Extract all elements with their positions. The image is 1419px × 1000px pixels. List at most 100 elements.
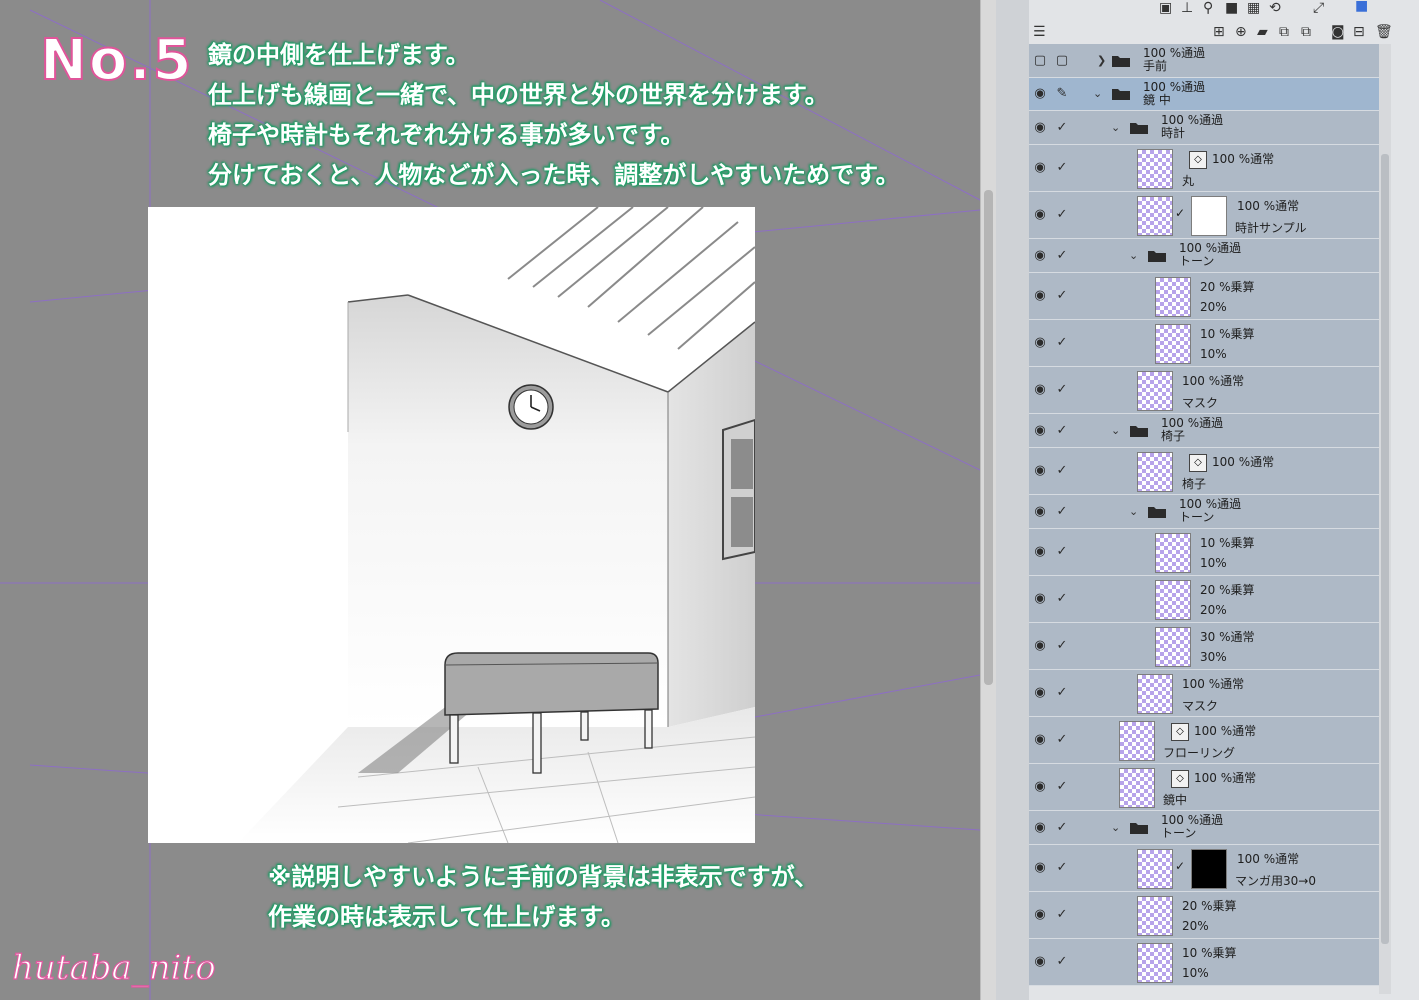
visibility-icon[interactable]: ◉ xyxy=(1032,335,1048,351)
visibility-icon[interactable]: ◉ xyxy=(1032,288,1048,304)
chevron-down-icon[interactable]: ⌄ xyxy=(1111,424,1120,437)
canvas-vertical-scrollbar[interactable] xyxy=(980,0,997,1000)
layer-row-mirror-inside-lineart[interactable]: ◉ ✓ ◇ 100 %通常 鏡中 xyxy=(1029,764,1379,811)
visibility-icon[interactable]: ◉ xyxy=(1032,207,1048,223)
visibility-icon[interactable]: ◉ xyxy=(1032,685,1048,701)
layer-row-folder-tone-chair[interactable]: ◉ ✓ ⌄ 100 %通過 トーン xyxy=(1029,495,1379,529)
reference-icon[interactable]: ⤢ xyxy=(1313,0,1324,16)
check-icon[interactable]: ✓ xyxy=(1054,591,1070,607)
check-icon[interactable]: ✓ xyxy=(1054,160,1070,176)
layer-row-chair-mask[interactable]: ◉ ✓ 100 %通常 マスク xyxy=(1029,670,1379,717)
chevron-down-icon[interactable]: ⌄ xyxy=(1111,821,1120,834)
clip-icon[interactable]: ⟲ xyxy=(1269,0,1281,16)
check-icon[interactable]: ✓ xyxy=(1054,288,1070,304)
layer-thumbnail xyxy=(1155,324,1191,364)
check-icon[interactable]: ✓ xyxy=(1054,382,1070,398)
chevron-right-icon[interactable]: ❯ xyxy=(1097,54,1106,67)
chevron-down-icon[interactable]: ⌄ xyxy=(1111,121,1120,134)
layer-row-chair-tone-10[interactable]: ◉ ✓ 10 %乗算 10% xyxy=(1029,529,1379,576)
check-icon[interactable]: ✓ xyxy=(1054,120,1070,136)
visibility-icon[interactable]: ◉ xyxy=(1032,382,1048,398)
layer-row-clock-sample[interactable]: ◉ ✓ ✓ 100 %通常 時計サンプル xyxy=(1029,192,1379,239)
chevron-down-icon[interactable]: ⌄ xyxy=(1093,87,1102,100)
visibility-icon[interactable]: ◉ xyxy=(1032,779,1048,795)
pen-edit-icon[interactable]: ✎ xyxy=(1054,86,1070,102)
panel-menu-icon[interactable]: ☰ xyxy=(1033,24,1046,40)
layer-thumbnail xyxy=(1137,896,1173,936)
layer-row-chair-tone-20[interactable]: ◉ ✓ 20 %乗算 20% xyxy=(1029,576,1379,623)
visibility-icon[interactable]: ◉ xyxy=(1032,463,1048,479)
new-folder-icon[interactable]: ▰ xyxy=(1257,24,1268,40)
layer-list[interactable]: ▢ ▢ ❯ 100 %通過 手前 ◉ ✎ ⌄ 100 %通過鏡 中 ◉ ✓ ⌄ 100 … xyxy=(1029,44,1379,994)
layer-color-icon[interactable]: ■ xyxy=(1355,0,1368,14)
new-raster-layer-icon[interactable]: ⊞ xyxy=(1213,24,1225,40)
visibility-icon[interactable]: ◉ xyxy=(1032,954,1048,970)
layer-name: 手前 xyxy=(1143,59,1168,73)
check-icon[interactable]: ✓ xyxy=(1054,779,1070,795)
layer-row-circle[interactable]: ◉ ✓ ◇ 100 %通常 丸 xyxy=(1029,145,1379,192)
check-icon[interactable]: ✓ xyxy=(1054,954,1070,970)
visibility-icon[interactable]: ◉ xyxy=(1032,544,1048,560)
ruler-icon[interactable]: ⚲ xyxy=(1203,0,1213,16)
lock-icon[interactable]: ■ xyxy=(1225,0,1238,16)
visibility-icon[interactable]: ◉ xyxy=(1032,638,1048,654)
layer-row-flooring[interactable]: ◉ ✓ ◇ 100 %通常 フローリング xyxy=(1029,717,1379,764)
visibility-icon[interactable]: ◉ xyxy=(1032,423,1048,439)
check-icon[interactable]: ✓ xyxy=(1054,248,1070,264)
delete-layer-icon[interactable]: 🗑 xyxy=(1375,24,1393,40)
check-icon[interactable]: ✓ xyxy=(1054,504,1070,520)
visibility-off-icon[interactable]: ▢ xyxy=(1032,53,1048,69)
visibility-icon[interactable]: ◉ xyxy=(1032,591,1048,607)
check-icon[interactable]: ✓ xyxy=(1054,907,1070,923)
visibility-icon[interactable]: ◉ xyxy=(1032,504,1048,520)
layer-row-chair[interactable]: ◉ ✓ ◇ 100 %通常 椅子 xyxy=(1029,448,1379,495)
layer-panel-scrollbar[interactable] xyxy=(1379,44,1391,994)
apply-mask-icon[interactable]: ⊟ xyxy=(1353,24,1365,40)
layer-property-icon[interactable]: ▣ xyxy=(1159,0,1172,16)
visibility-icon[interactable]: ◉ xyxy=(1032,86,1048,102)
check-icon[interactable]: ✓ xyxy=(1054,544,1070,560)
new-vector-layer-icon[interactable]: ⊕ xyxy=(1235,24,1247,40)
visibility-icon[interactable]: ◉ xyxy=(1032,860,1048,876)
lock-alpha-icon[interactable]: ▦ xyxy=(1247,0,1260,16)
chevron-down-icon[interactable]: ⌄ xyxy=(1129,505,1138,518)
visibility-icon[interactable]: ◉ xyxy=(1032,120,1048,136)
visibility-icon[interactable]: ◉ xyxy=(1032,820,1048,836)
layer-row-folder-tone-clock[interactable]: ◉ ✓ ⌄ 100 %通過 トーン xyxy=(1029,239,1379,273)
layer-row-clock-tone-20[interactable]: ◉ ✓ 20 %乗算 20% xyxy=(1029,273,1379,320)
check-icon[interactable]: ✓ xyxy=(1054,463,1070,479)
layer-row-tone-20[interactable]: ◉ ✓ 20 %乗算 20% xyxy=(1029,892,1379,939)
check-icon[interactable]: ✓ xyxy=(1054,860,1070,876)
check-icon[interactable]: ✓ xyxy=(1054,638,1070,654)
lock-toggle-icon[interactable]: ▢ xyxy=(1054,53,1070,69)
check-icon[interactable]: ✓ xyxy=(1054,685,1070,701)
visibility-icon[interactable]: ◉ xyxy=(1032,248,1048,264)
visibility-icon[interactable]: ◉ xyxy=(1032,160,1048,176)
layer-row-folder-tone[interactable]: ◉ ✓ ⌄ 100 %通過 トーン xyxy=(1029,811,1379,845)
layer-row-clock-tone-10[interactable]: ◉ ✓ 10 %乗算 10% xyxy=(1029,320,1379,367)
layer-row-tone-10[interactable]: ◉ ✓ 10 %乗算 10% xyxy=(1029,939,1379,986)
layer-row-folder-front[interactable]: ▢ ▢ ❯ 100 %通過 手前 xyxy=(1029,44,1379,78)
check-icon[interactable]: ✓ xyxy=(1054,820,1070,836)
canvas-area[interactable]: No.5 鏡の中側を仕上げます。 仕上げも線画と一緒で、中の世界と外の世界を分け… xyxy=(0,0,980,1000)
mask-icon[interactable]: ◙ xyxy=(1331,24,1345,40)
visibility-icon[interactable]: ◉ xyxy=(1032,907,1048,923)
chevron-down-icon[interactable]: ⌄ xyxy=(1129,249,1138,262)
check-icon[interactable]: ✓ xyxy=(1054,732,1070,748)
visibility-icon[interactable]: ◉ xyxy=(1032,732,1048,748)
layer-row-folder-clock[interactable]: ◉ ✓ ⌄ 100 %通過 時計 xyxy=(1029,111,1379,145)
layer-row-folder-mirror-inside[interactable]: ◉ ✎ ⌄ 100 %通過鏡 中 xyxy=(1029,78,1379,111)
layer-row-manga-gradient[interactable]: ◉ ✓ ✓ 100 %通常 マンガ用30→0 xyxy=(1029,845,1379,892)
canvas-scroll-thumb[interactable] xyxy=(984,190,993,685)
transfer-down-icon[interactable]: ⧉ xyxy=(1279,24,1289,40)
check-icon[interactable]: ✓ xyxy=(1054,335,1070,351)
layer-panel-scroll-thumb[interactable] xyxy=(1381,154,1389,944)
layer-row-folder-chair[interactable]: ◉ ✓ ⌄ 100 %通過 椅子 xyxy=(1029,414,1379,448)
layer-row-clock-mask[interactable]: ◉ ✓ 100 %通常 マスク xyxy=(1029,367,1379,414)
merge-down-icon[interactable]: ⧉ xyxy=(1301,24,1311,40)
check-icon[interactable]: ✓ xyxy=(1054,423,1070,439)
check-icon[interactable]: ✓ xyxy=(1054,207,1070,223)
pin-icon[interactable]: ⊥ xyxy=(1181,0,1193,16)
layer-row-chair-tone-30[interactable]: ◉ ✓ 30 %通常 30% xyxy=(1029,623,1379,670)
step-number: No.5 xyxy=(39,27,194,94)
